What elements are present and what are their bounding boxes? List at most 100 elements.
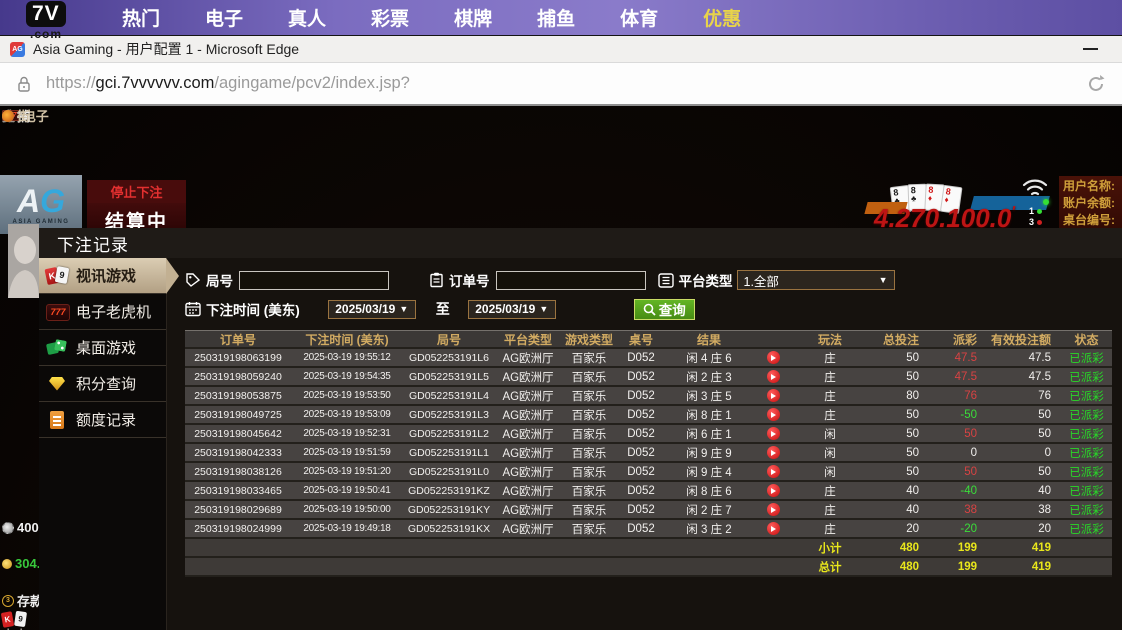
cell-payout: 50 <box>927 428 985 440</box>
platform-select[interactable]: 1.全部 ▼ <box>737 270 895 290</box>
panel-content: 局号 订单号 平台类型 1.全部 <box>167 258 1122 630</box>
main-menu: 热门 电子 真人 彩票 棋牌 捕鱼 体育 优惠 <box>122 4 741 31</box>
play-video-icon[interactable] <box>767 408 780 421</box>
sidebar-item-icon <box>45 302 69 322</box>
table-row: 250319198063199 2025-03-19 19:55:12 GD05… <box>185 349 1112 368</box>
cell-round-no: GD052253191L4 <box>403 390 495 402</box>
cell-valid-bet: 0 <box>985 447 1061 459</box>
filter-row-1: 局号 订单号 平台类型 1.全部 <box>185 268 1122 292</box>
cell-bet-time: 2025-03-19 19:53:09 <box>291 409 403 420</box>
play-video-icon[interactable] <box>767 427 780 440</box>
sidebar-item-label: 视讯游戏 <box>76 265 136 286</box>
minimize-icon[interactable] <box>1083 48 1098 50</box>
cell-round-no: GD052253191KX <box>403 523 495 535</box>
window-title: Asia Gaming - 用户配置 1 - Microsoft Edge <box>33 39 299 59</box>
play-video-icon[interactable] <box>767 389 780 402</box>
cell-order-no: 250319198063199 <box>185 352 291 364</box>
play-video-icon[interactable] <box>767 522 780 535</box>
cell-play-type: 庄 <box>793 502 867 518</box>
cell-status: 已派彩 <box>1061 502 1112 518</box>
cell-status: 已派彩 <box>1061 445 1112 461</box>
top-navigation: 7V .com 热门 电子 真人 彩票 棋牌 捕鱼 体育 优惠 <box>0 0 1122 35</box>
nav-item[interactable]: 捕鱼 <box>537 4 575 31</box>
table-row: 250319198024999 2025-03-19 19:49:18 GD05… <box>185 520 1112 539</box>
round-input[interactable] <box>239 271 389 290</box>
play-video-icon[interactable] <box>767 484 780 497</box>
cell-play-type: 闲 <box>793 445 867 461</box>
background-menu-fragment: 304. <box>2 556 40 571</box>
cell-total-bet: 50 <box>867 447 927 459</box>
cell-result: 闲 8 庄 6 <box>665 483 753 499</box>
sidebar-item[interactable]: 额度记录 <box>39 402 166 438</box>
cell-valid-bet: 50 <box>985 409 1061 421</box>
user-info-labels: 用户名称: 账户余额: 桌台编号: <box>1059 176 1122 232</box>
column-header: 结果 <box>665 331 753 348</box>
cell-order-no: 250319198029689 <box>185 504 291 516</box>
stop-bet-label: 停止下注 <box>87 180 186 203</box>
nav-item[interactable]: 彩票 <box>371 4 409 31</box>
cell-result: 闲 8 庄 1 <box>665 407 753 423</box>
connection-status-dot <box>1043 199 1049 205</box>
url-text[interactable]: https://gci.7vvvvvv.com/agingame/pcv2/in… <box>46 74 410 93</box>
play-video-icon[interactable] <box>767 503 780 516</box>
clipboard-icon <box>429 272 444 288</box>
nav-item[interactable]: 棋牌 <box>454 4 492 31</box>
background-menu-fragment: 街 <box>2 106 30 125</box>
refresh-icon[interactable] <box>1086 74 1106 94</box>
column-header: 游戏类型 <box>561 331 617 348</box>
nav-item[interactable]: 电子 <box>205 4 243 31</box>
subtotal-row: 小计 480 199 419 <box>185 539 1112 558</box>
table-row: 250319198033465 2025-03-19 19:50:41 GD05… <box>185 482 1112 501</box>
cell-play-type: 庄 <box>793 521 867 537</box>
total-payout: 199 <box>927 561 985 573</box>
cell-order-no: 250319198033465 <box>185 485 291 497</box>
cell-round-no: GD052253191KY <box>403 504 495 516</box>
cell-platform: AG欧洲厅 <box>495 483 561 499</box>
nav-item[interactable]: 真人 <box>288 4 326 31</box>
cell-platform: AG欧洲厅 <box>495 445 561 461</box>
table-row: 250319198042333 2025-03-19 19:51:59 GD05… <box>185 444 1112 463</box>
cell-payout: 76 <box>927 390 985 402</box>
to-label: 至 <box>436 299 450 319</box>
date-to-picker[interactable]: 2025/03/19 ▼ <box>468 300 556 319</box>
sidebar-item-label: 额度记录 <box>76 409 136 430</box>
sidebar-item[interactable]: 积分查询 <box>39 366 166 402</box>
nav-item[interactable]: 热门 <box>122 4 160 31</box>
nav-item[interactable]: 优惠 <box>703 4 741 31</box>
settling-status-box: 停止下注 结算中 <box>87 180 186 233</box>
cell-payout: -20 <box>927 523 985 535</box>
cell-game-type: 百家乐 <box>561 445 617 461</box>
logo-com: .com <box>30 27 62 41</box>
panel-title: 下注记录 <box>39 228 1122 258</box>
sidebar-item[interactable]: 电子老虎机 <box>39 294 166 330</box>
nav-item[interactable]: 体育 <box>620 4 658 31</box>
cell-valid-bet: 50 <box>985 466 1061 478</box>
date-from-picker[interactable]: 2025/03/19 ▼ <box>328 300 416 319</box>
cell-play-type: 庄 <box>793 369 867 385</box>
cell-status: 已派彩 <box>1061 350 1112 366</box>
play-video-icon[interactable] <box>767 465 780 478</box>
cell-table-no: D052 <box>617 523 665 535</box>
cell-order-no: 250319198042333 <box>185 447 291 459</box>
wifi-icon <box>1021 177 1049 199</box>
search-button[interactable]: 查询 <box>634 299 695 320</box>
cell-bet-time: 2025-03-19 19:53:50 <box>291 390 403 401</box>
cell-bet-time: 2025-03-19 19:52:31 <box>291 428 403 439</box>
play-video-icon[interactable] <box>767 446 780 459</box>
sidebar-item[interactable]: 视讯游戏 <box>39 258 166 294</box>
subtotal-label: 小计 <box>793 540 867 556</box>
cell-order-no: 250319198053875 <box>185 390 291 402</box>
play-video-icon[interactable] <box>767 351 780 364</box>
sidebar-item[interactable]: 桌面游戏 <box>39 330 166 366</box>
cell-play-type: 庄 <box>793 407 867 423</box>
cell-payout: 38 <box>927 504 985 516</box>
play-video-icon[interactable] <box>767 370 780 383</box>
background-menu-fragment: 卡卡 <box>2 625 28 630</box>
sidebar-item-icon <box>45 374 69 394</box>
user-info-label: 用户名称: <box>1063 178 1122 195</box>
table-row: 250319198038126 2025-03-19 19:51:20 GD05… <box>185 463 1112 482</box>
site-logo[interactable]: 7V .com <box>0 0 92 35</box>
order-input[interactable] <box>496 271 646 290</box>
cell-table-no: D052 <box>617 371 665 383</box>
cell-platform: AG欧洲厅 <box>495 502 561 518</box>
